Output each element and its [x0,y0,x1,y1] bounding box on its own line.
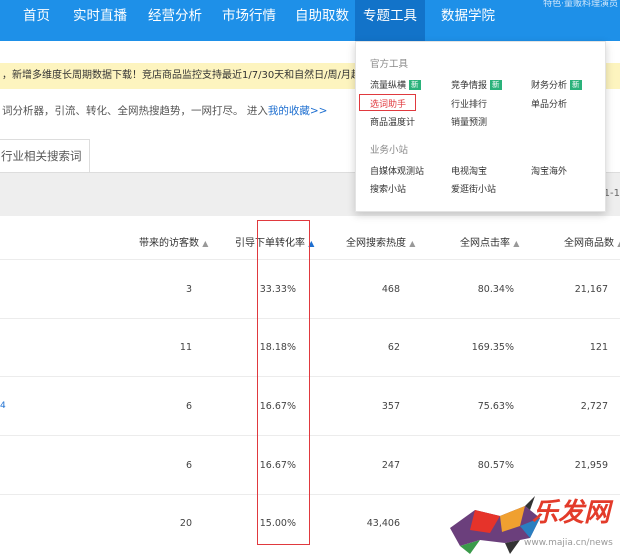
cell-visitors: 6 [185,401,192,412]
menu-item-keyword-assistant[interactable]: 选词助手 [370,97,406,110]
nav-item-special-tools[interactable]: 专题工具 [355,0,425,41]
page-description: 词分析器，引流、转化、全网热搜趋势，一网打尽。 进入我的收藏>> [2,103,327,118]
header-visitors[interactable]: 带来的访客数 ▲︎ [139,234,208,249]
header-label: 全网点击率 [460,238,510,249]
header-label: 全网搜索热度 [346,238,406,249]
row-keyword-link[interactable]: 4 [0,401,6,411]
new-badge: 新 [409,80,421,90]
section-title-official-tools: 官方工具 [370,59,409,70]
special-tools-dropdown: 官方工具 流量纵横新 竞争情报新 财务分析新 选词助手 行业排行 单品分析 商品… [355,41,606,212]
cell-visitors: 11 [179,342,192,353]
cell-visitors: 3 [185,284,192,295]
new-badge: 新 [570,80,582,90]
notice-text: ，新增多维度长周期数据下载！竞店商品监控支持最近1/7/30天和自然日/周/月超… [2,70,401,81]
section-title-business-stations: 业务小站 [370,145,409,156]
menu-item-label: 财务分析 [531,81,568,91]
menu-item-sales-forecast[interactable]: 销量预测 [451,115,487,128]
new-badge: 新 [490,80,502,90]
menu-item-competition[interactable]: 竞争情报新 [451,78,502,91]
menu-item-tv-taobao[interactable]: 电视淘宝 [451,164,487,177]
menu-item-finance[interactable]: 财务分析新 [531,78,582,91]
favorites-link[interactable]: 我的收藏>> [268,105,328,117]
header-item-count[interactable]: 全网商品数 ▲︎ [564,234,620,249]
tab-industry-keywords[interactable]: 行业相关搜索词 [0,139,90,174]
menu-item-product-thermometer[interactable]: 商品温度计 [370,115,415,128]
menu-item-industry-rank[interactable]: 行业排行 [451,97,487,110]
sort-icon[interactable]: ▲︎ [202,239,208,248]
menu-item-product-analysis[interactable]: 单品分析 [531,97,567,110]
cell-search-heat: 468 [381,284,400,295]
conversion-column-highlight [257,220,310,545]
header-label: 全网商品数 [564,238,614,249]
menu-item-media-station[interactable]: 自媒体观测站 [370,164,424,177]
cell-visitors: 20 [179,518,192,529]
cell-item-count: 21,959 [574,460,608,471]
sort-icon[interactable]: ▲︎ [409,239,415,248]
nav-right-text: 特色·量贩料理演员 [543,0,618,9]
menu-item-label: 竞争情报 [451,81,488,91]
cell-search-heat: 247 [381,460,400,471]
cell-item-count: 2,727 [580,401,608,412]
row-divider [0,435,620,436]
row-divider [0,376,620,377]
nav-item-live[interactable]: 实时直播 [73,0,127,41]
header-click-rate[interactable]: 全网点击率 ▲︎ [460,234,519,249]
nav-item-market[interactable]: 市场行情 [222,0,276,41]
menu-item-traffic[interactable]: 流量纵横新 [370,78,421,91]
nav-item-self-service-data[interactable]: 自助取数 [295,0,349,41]
nav-item-academy[interactable]: 数据学院 [441,0,495,41]
cell-search-heat: 62 [387,342,400,353]
watermark-url: www.majia.cn/news [524,538,613,548]
sort-icon[interactable]: ▲︎ [513,239,519,248]
menu-item-taobao-overseas[interactable]: 淘宝海外 [531,164,567,177]
nav-item-home[interactable]: 首页 [23,0,50,41]
cell-search-heat: 43,406 [366,518,400,529]
cell-item-count: 21,167 [574,284,608,295]
cell-click-rate: 80.34% [477,284,514,295]
header-search-heat[interactable]: 全网搜索热度 ▲︎ [346,234,415,249]
header-label: 带来的访客数 [139,238,199,249]
menu-item-shopping-station[interactable]: 爱逛街小站 [451,182,496,195]
cell-click-rate: 75.63% [477,401,514,412]
nav-item-business-analysis[interactable]: 经营分析 [148,0,202,41]
cell-visitors: 6 [185,460,192,471]
pagination-indicator: 1-1 [603,188,620,199]
row-divider [0,259,620,260]
cell-click-rate: 80.57% [477,460,514,471]
top-nav: 首页 实时直播 经营分析 市场行情 自助取数 专题工具 数据学院 特色·量贩料理… [0,0,620,41]
description-text: 词分析器，引流、转化、全网热搜趋势，一网打尽。 进入 [2,105,268,117]
cell-item-count: 121 [589,342,608,353]
watermark-text: 乐发网 [532,498,611,528]
menu-item-search-station[interactable]: 搜索小站 [370,182,406,195]
cell-click-rate: 169.35% [471,342,514,353]
cell-search-heat: 357 [381,401,400,412]
menu-item-label: 流量纵横 [370,81,407,91]
row-divider [0,318,620,319]
